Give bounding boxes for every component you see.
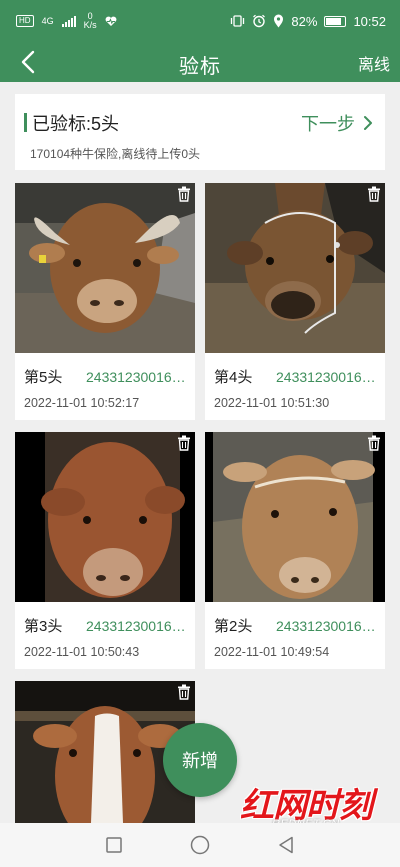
trash-icon[interactable] [177,186,191,202]
cattle-number: 第3头 [24,618,63,635]
alarm-icon [253,14,266,28]
network-speed: 0 K/s [84,12,97,30]
cattle-card[interactable]: 第4头 24331230016… 2022-11-01 10:51:30 [205,183,385,420]
capture-time: 2022-11-01 10:52:17 [24,396,140,410]
network-type: 4G [41,16,54,26]
recents-button[interactable] [101,832,127,858]
trash-icon[interactable] [177,435,191,451]
card-label-row: 第4头 24331230016… [214,366,382,387]
hd-badge: HD [16,15,34,27]
heart-rate-icon [105,16,117,26]
home-button[interactable] [187,832,213,858]
status-right: 82% 10:52 [230,14,386,29]
circle-icon [190,835,210,855]
next-step-label: 下一步 [301,114,355,134]
cattle-card[interactable]: 第5头 24331230016… 2022-11-01 10:52:17 [15,183,195,420]
cattle-image [205,432,385,602]
battery-percent: 82% [291,13,318,29]
card-label-row: 第3头 24331230016… [24,615,192,636]
status-left: HD 4G 0 K/s [16,12,117,30]
cattle-number: 第5头 [24,369,63,386]
cattle-card[interactable]: 第2头 24331230016… 2022-11-01 10:49:54 [205,432,385,669]
ear-tag-code: 24331230016… [86,369,186,385]
status-bar: HD 4G 0 K/s 82% 10:52 [0,0,400,42]
page-title: 验标 [179,56,221,78]
system-back-button[interactable] [273,832,299,858]
cattle-photo[interactable] [205,183,385,353]
cattle-image [15,183,195,353]
cattle-image [15,432,195,602]
cattle-image [205,183,385,353]
card-label-row: 第5头 24331230016… [24,366,192,387]
cattle-photo[interactable] [15,432,195,602]
trash-icon[interactable] [367,435,381,451]
battery-icon [324,15,347,27]
square-icon [106,837,122,853]
vibrate-icon [231,15,245,27]
add-button[interactable]: 新增 [163,723,237,797]
verified-count: 已验标:5头 [32,114,120,134]
ear-tag-code: 24331230016… [86,618,186,634]
ear-tag-code: 24331230016… [276,618,376,634]
title-bar: 验标 离线 [0,42,400,82]
capture-time: 2022-11-01 10:49:54 [214,645,330,659]
capture-time: 2022-11-01 10:51:30 [214,396,330,410]
location-icon [274,14,284,28]
insurance-info: 170104种牛保险,离线待上传0头 [30,147,201,161]
cattle-number: 第2头 [214,618,253,635]
next-step-button[interactable]: 下一步 [301,110,373,136]
accent-bar [24,113,27,132]
trash-icon[interactable] [177,684,191,700]
clock: 10:52 [353,13,386,29]
chevron-right-icon [364,116,372,130]
offline-button[interactable]: 离线 [358,51,390,75]
summary-card: 已验标:5头 下一步 170104种牛保险,离线待上传0头 [15,94,385,170]
cattle-photo[interactable] [15,183,195,353]
ear-tag-code: 24331230016… [276,369,376,385]
triangle-back-icon [279,836,293,854]
card-label-row: 第2头 24331230016… [214,615,382,636]
cattle-number: 第4头 [214,369,253,386]
cattle-photo[interactable] [205,432,385,602]
signal-icon [61,15,76,27]
capture-time: 2022-11-01 10:50:43 [24,645,140,659]
trash-icon[interactable] [367,186,381,202]
system-nav-bar [0,823,400,867]
speed-unit: K/s [83,20,97,30]
cattle-card[interactable]: 第3头 24331230016… 2022-11-01 10:50:43 [15,432,195,669]
